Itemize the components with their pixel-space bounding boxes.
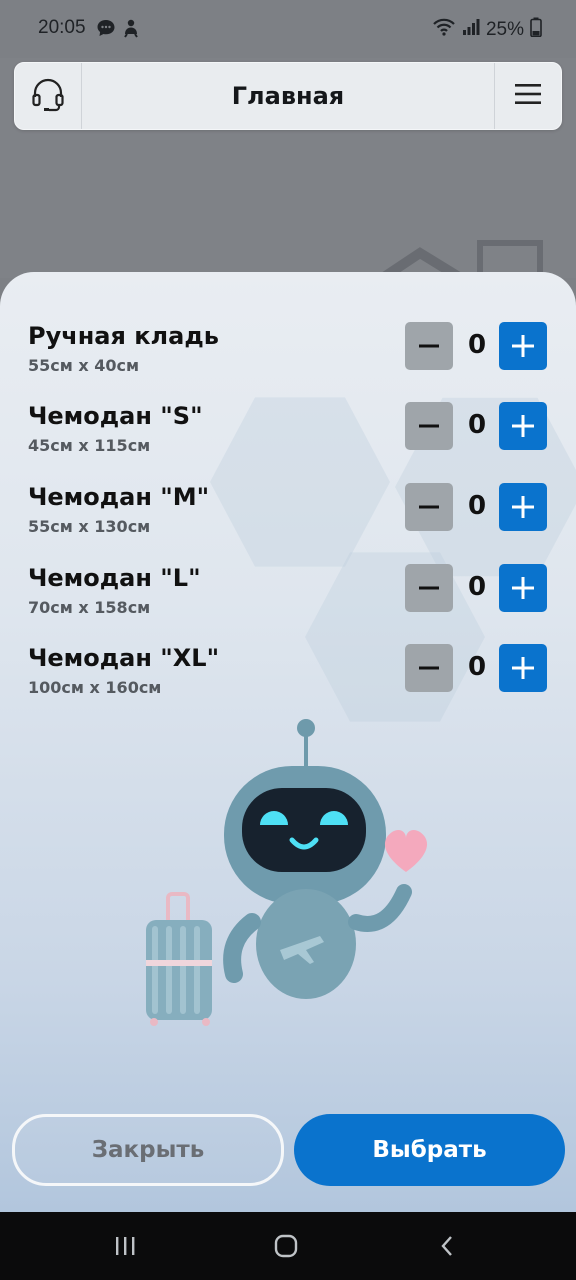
luggage-row: Чемодан "L" 70см x 158см 0 — [0, 564, 576, 636]
select-button[interactable]: Выбрать — [294, 1114, 565, 1186]
luggage-sheet: Ручная кладь 55см x 40см 0 Чемодан "S" 4… — [0, 272, 576, 1212]
item-name: Чемодан "M" — [28, 483, 210, 511]
luggage-row: Ручная кладь 55см x 40см 0 — [0, 322, 576, 394]
message-icon — [96, 18, 116, 42]
item-count: 0 — [467, 410, 487, 440]
increment-button[interactable] — [499, 322, 547, 370]
item-name: Чемодан "S" — [28, 402, 203, 430]
item-size: 100см x 160см — [28, 678, 162, 697]
plus-icon — [512, 657, 534, 679]
menu-button[interactable] — [494, 63, 561, 129]
item-name: Чемодан "L" — [28, 564, 201, 592]
minus-icon — [419, 344, 439, 348]
decrement-button[interactable] — [405, 483, 453, 531]
battery-percent: 25% — [485, 19, 524, 40]
page-title: Главная — [231, 82, 345, 110]
increment-button[interactable] — [499, 564, 547, 612]
increment-button[interactable] — [499, 402, 547, 450]
system-nav-bar — [0, 1212, 576, 1280]
item-size: 45см x 115см — [28, 436, 151, 455]
item-size: 55см x 40см — [28, 356, 140, 375]
luggage-row: Чемодан "M" 55см x 130см 0 — [0, 483, 576, 555]
status-time: 20:05 — [38, 17, 86, 38]
top-header: Главная — [14, 62, 562, 130]
notification-icon — [122, 18, 140, 42]
decrement-button[interactable] — [405, 322, 453, 370]
item-count: 0 — [467, 572, 487, 602]
item-name: Чемодан "XL" — [28, 644, 220, 672]
robot-illustration — [146, 719, 428, 1026]
minus-icon — [419, 666, 439, 670]
battery-icon — [530, 17, 542, 43]
plus-icon — [512, 577, 534, 599]
item-count: 0 — [467, 652, 487, 682]
decrement-button[interactable] — [405, 564, 453, 612]
minus-icon — [419, 586, 439, 590]
signal-icon — [462, 18, 480, 42]
recent-apps-button[interactable] — [105, 1230, 145, 1262]
decrement-button[interactable] — [405, 644, 453, 692]
minus-icon — [419, 505, 439, 509]
recent-apps-icon — [116, 1237, 135, 1255]
luggage-row: Чемодан "XL" 100см x 160см 0 — [0, 644, 576, 716]
menu-icon — [514, 82, 542, 110]
home-button[interactable] — [266, 1230, 306, 1262]
item-size: 55см x 130см — [28, 517, 151, 536]
plus-icon — [512, 496, 534, 518]
minus-icon — [419, 424, 439, 428]
plus-icon — [512, 335, 534, 357]
wifi-icon — [432, 17, 456, 43]
decrement-button[interactable] — [405, 402, 453, 450]
increment-button[interactable] — [499, 483, 547, 531]
luggage-row: Чемодан "S" 45см x 115см 0 — [0, 402, 576, 474]
back-button[interactable] — [428, 1230, 468, 1262]
plus-icon — [512, 415, 534, 437]
headset-icon — [30, 76, 66, 116]
item-count: 0 — [467, 330, 487, 360]
home-icon — [274, 1234, 298, 1258]
support-button[interactable] — [15, 63, 82, 129]
status-bar: 20:05 25% — [0, 0, 576, 58]
increment-button[interactable] — [499, 644, 547, 692]
item-count: 0 — [467, 491, 487, 521]
back-icon — [441, 1236, 452, 1256]
item-size: 70см x 158см — [28, 598, 151, 617]
close-button[interactable]: Закрыть — [12, 1114, 284, 1186]
item-name: Ручная кладь — [28, 322, 219, 350]
suitcase-icon — [146, 892, 212, 1026]
